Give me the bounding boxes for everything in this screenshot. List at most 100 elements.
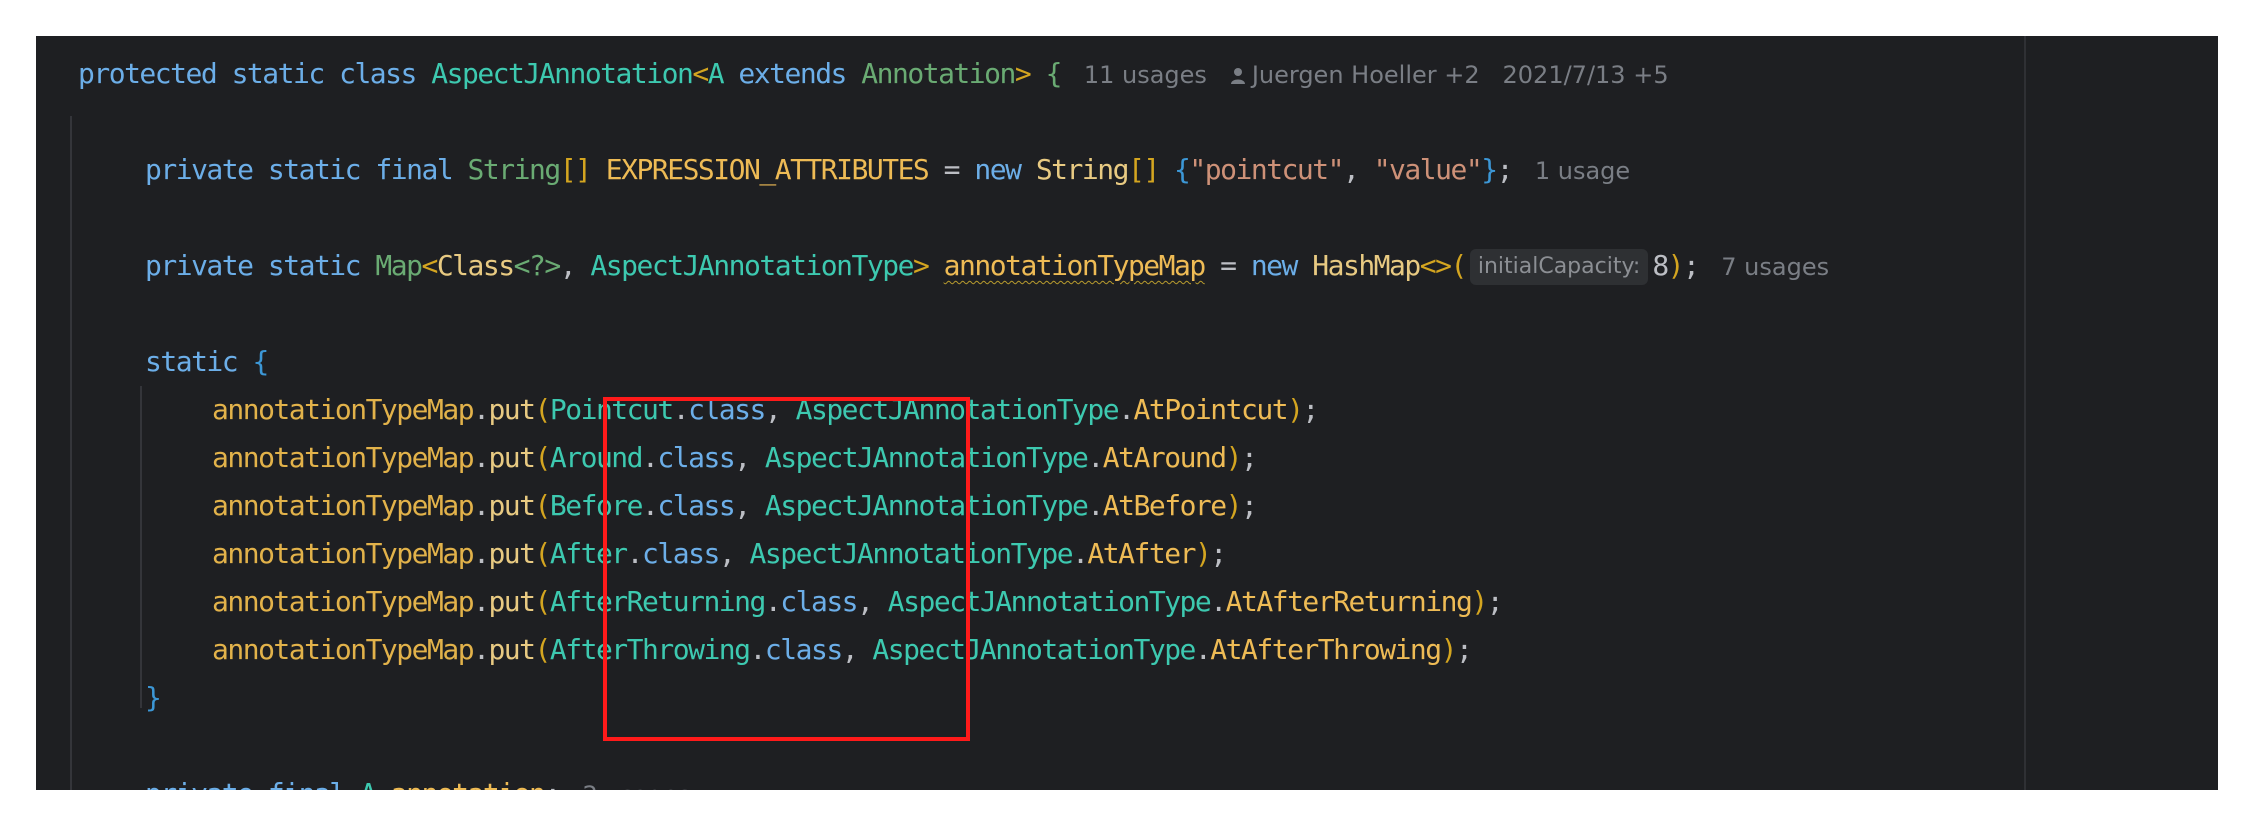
paren: ( (534, 441, 552, 474)
code-editor[interactable]: protected static class AspectJAnnotation… (36, 36, 2218, 790)
bracket: [] (1127, 153, 1160, 186)
number-literal: 8 (1652, 249, 1669, 282)
field-name: annotationTypeMap (212, 489, 475, 522)
highlight-annotation-box (603, 397, 970, 741)
code-line-annotation-type-map[interactable]: private static Map<Class<?>, AspectJAnno… (145, 242, 1829, 290)
code-line-annotation-field[interactable]: private final A annotation; 2 usages (145, 770, 690, 790)
method-name: put (488, 633, 536, 666)
indent-guide-class (70, 116, 72, 790)
keyword: static (145, 345, 239, 378)
method-name: put (488, 489, 536, 522)
enum-constant: AtAfter (1087, 537, 1196, 570)
bracket: < (692, 57, 709, 90)
keyword: class (339, 57, 417, 90)
operator: = (928, 153, 975, 186)
keyword: static (267, 249, 362, 282)
type-name: HashMap (1312, 249, 1421, 282)
field-name: annotationTypeMap (212, 441, 475, 474)
usages-hint[interactable]: 2 usages (583, 781, 691, 790)
keyword: private (145, 153, 254, 186)
paren: ( (534, 393, 552, 426)
wildcard: <?> (513, 249, 562, 282)
field-name: annotation (391, 777, 546, 790)
type-name: String (467, 153, 562, 186)
enum-constant: AtPointcut (1133, 393, 1288, 426)
dot: . (1072, 537, 1089, 570)
author-text: Juergen Hoeller +2 (1251, 61, 1480, 89)
field-name: annotationTypeMap (212, 585, 475, 618)
keyword: final (268, 777, 346, 790)
enum-constant: AtAfterReturning (1225, 585, 1473, 618)
dot: . (473, 393, 490, 426)
type-name: Class (436, 249, 515, 282)
keyword: protected (78, 57, 218, 90)
semicolon: ; (1241, 441, 1258, 474)
paren: ) (1287, 393, 1304, 426)
code-line-static-open[interactable]: static { (145, 338, 270, 386)
comma: , (559, 249, 591, 282)
paren: ) (1194, 537, 1212, 570)
semicolon: ; (544, 777, 561, 790)
dot: . (1087, 489, 1104, 522)
semicolon: ; (1456, 633, 1473, 666)
author-hint[interactable]: Juergen Hoeller +2 (1230, 61, 1480, 89)
class-name: AspectJAnnotation (431, 57, 694, 90)
semicolon: ; (1486, 585, 1504, 618)
semicolon: ; (1302, 393, 1319, 426)
enum-constant: AtAfterThrowing (1210, 633, 1442, 666)
semicolon: ; (1496, 153, 1514, 186)
method-name: put (488, 537, 536, 570)
brace: { (1045, 57, 1063, 90)
paren: ( (534, 489, 552, 522)
semicolon: ; (1210, 537, 1227, 570)
keyword: private (145, 249, 254, 282)
enum-constant: AtAround (1102, 441, 1227, 474)
parameter-inlay-hint: initialCapacity: (1469, 249, 1649, 285)
dot: . (1194, 633, 1212, 666)
field-name: annotationTypeMap (212, 633, 475, 666)
brace: } (1481, 153, 1498, 186)
bracket: > (912, 249, 930, 282)
semicolon: ; (1241, 489, 1258, 522)
keyword: extends (738, 57, 847, 90)
keyword: final (375, 153, 453, 186)
type-name: AspectJAnnotationType (590, 249, 914, 282)
paren: ) (1225, 441, 1243, 474)
keyword: static (267, 153, 362, 186)
keyword: private (145, 777, 254, 790)
dot: . (473, 585, 490, 618)
type-name: Map (375, 249, 423, 282)
string-literal: "pointcut" (1189, 153, 1344, 186)
usages-hint[interactable]: 7 usages (1721, 253, 1829, 281)
code-line-class-declaration[interactable]: protected static class AspectJAnnotation… (78, 50, 1669, 98)
bracket: <> (1419, 249, 1452, 282)
person-icon (1230, 68, 1245, 84)
paren: ( (534, 585, 552, 618)
keyword: new (1250, 249, 1299, 282)
bracket: [] (559, 153, 592, 186)
dot: . (1118, 393, 1135, 426)
field-name: annotationTypeMap (212, 537, 475, 570)
dot: . (1087, 441, 1104, 474)
keyword: static (231, 57, 326, 90)
editor-scroll-area[interactable] (2026, 36, 2218, 790)
field-name-warning[interactable]: annotationTypeMap (944, 249, 1207, 282)
bracket: > (1014, 57, 1032, 90)
paren: ) (1225, 489, 1243, 522)
dot: . (473, 537, 490, 570)
field-name: annotationTypeMap (212, 393, 475, 426)
type-param: A (707, 57, 725, 90)
enum-constant: AtBefore (1102, 489, 1227, 522)
usages-hint[interactable]: 11 usages (1084, 61, 1207, 89)
operator: = (1204, 249, 1251, 282)
date-hint[interactable]: 2021/7/13 +5 (1503, 61, 1669, 89)
method-name: put (488, 585, 536, 618)
code-line-static-close[interactable]: } (145, 674, 162, 722)
type-name: String (1035, 153, 1130, 186)
brace: { (1174, 153, 1191, 186)
brace: { (252, 345, 270, 378)
method-name: put (488, 441, 536, 474)
code-line-expression-attributes[interactable]: private static final String[] EXPRESSION… (145, 146, 1630, 194)
usages-hint[interactable]: 1 usage (1535, 157, 1630, 185)
paren: ( (534, 537, 552, 570)
